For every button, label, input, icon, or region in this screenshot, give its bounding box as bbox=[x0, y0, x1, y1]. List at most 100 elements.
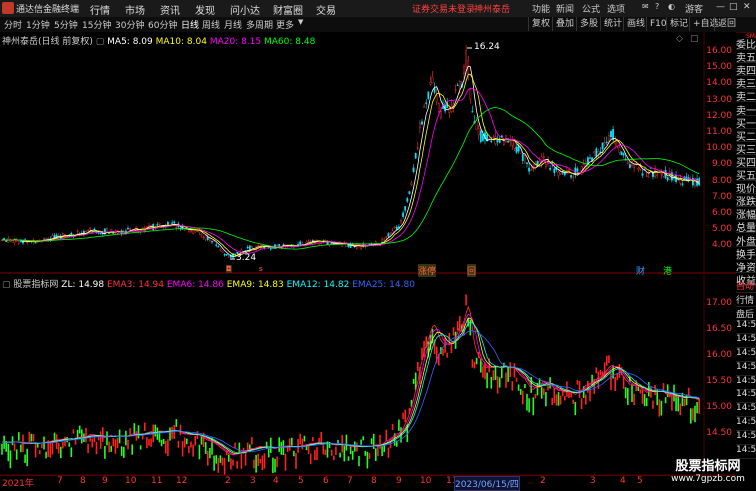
period-tab-daily[interactable]: 日线 bbox=[181, 18, 199, 31]
sub-ytick: 15.00 bbox=[706, 402, 732, 412]
axis-month-label: 2 bbox=[225, 476, 231, 486]
tick-row[interactable]: 14:5 bbox=[736, 431, 756, 445]
overlay-button[interactable]: 叠加 bbox=[552, 17, 577, 31]
expand-icon[interactable]: ▢ bbox=[690, 34, 699, 44]
menu-market[interactable]: 市场 bbox=[125, 2, 145, 17]
multi-stock-button[interactable]: 多股 bbox=[576, 17, 601, 31]
period-tab-monthly[interactable]: 月线 bbox=[224, 18, 242, 31]
period-tab-60min[interactable]: 60分钟 bbox=[148, 18, 177, 31]
axis-month-label: 3 bbox=[250, 476, 256, 486]
menu-trade[interactable]: 交易 bbox=[316, 2, 336, 17]
tick-row[interactable]: 行情 bbox=[736, 293, 756, 307]
watermark-url: www.7gpzb.com bbox=[671, 474, 745, 484]
main-ytick: 6.00 bbox=[711, 208, 732, 218]
tick-row[interactable]: 自动 bbox=[736, 279, 756, 293]
menu-quotes[interactable]: 行情 bbox=[90, 2, 110, 17]
main-ytick: 13.00 bbox=[706, 94, 732, 105]
quote-row[interactable]: 买四 bbox=[736, 154, 756, 168]
quote-row[interactable]: 净资 bbox=[736, 259, 756, 273]
menu-news[interactable]: 资讯 bbox=[160, 2, 180, 17]
axis-month-label: 4 bbox=[620, 476, 626, 486]
tick-row[interactable]: 14:5 bbox=[736, 389, 756, 404]
period-tab-5min[interactable]: 5分钟 bbox=[54, 18, 78, 31]
quote-row[interactable]: 卖四 bbox=[736, 62, 756, 77]
menu-discover[interactable]: 发现 bbox=[195, 2, 215, 17]
ma5-label: MA5: 8.09 bbox=[107, 37, 153, 47]
tick-row[interactable]: 14:5 bbox=[736, 403, 756, 418]
hk-marker[interactable]: 港 bbox=[663, 264, 672, 277]
period-tab-weekly[interactable]: 周线 bbox=[202, 18, 220, 31]
collapse-icon[interactable]: ◇ bbox=[676, 34, 683, 44]
quote-row[interactable]: 买一 bbox=[736, 115, 756, 129]
quote-row[interactable]: 现价 bbox=[736, 180, 756, 195]
axis-month-label: 11 bbox=[151, 476, 163, 486]
quote-row[interactable]: 买五 bbox=[736, 167, 756, 181]
main-ytick: 12.00 bbox=[706, 110, 732, 121]
func-menu[interactable]: 功能 bbox=[532, 2, 550, 15]
period-tab-more[interactable]: 更多 bbox=[276, 18, 294, 31]
stats-button[interactable]: 统计 bbox=[600, 17, 625, 31]
event-marker-s[interactable]: s bbox=[259, 265, 263, 273]
quote-row[interactable]: 买二 bbox=[736, 128, 756, 142]
menu-wealth[interactable]: 财富圈 bbox=[273, 2, 303, 17]
indicator-settings-icon[interactable]: ▢ bbox=[2, 280, 11, 290]
mark-button[interactable]: 标记 bbox=[666, 17, 691, 31]
menu-ask[interactable]: 问小达 bbox=[230, 2, 260, 17]
quote-row[interactable]: 卖三 bbox=[736, 75, 756, 90]
login-status[interactable]: 证券交易未登录 bbox=[412, 2, 475, 15]
watermark-title: 股票指标网 bbox=[675, 459, 741, 474]
limit-up-marker[interactable]: 涨停 bbox=[418, 264, 437, 277]
quote-row[interactable]: 总量 bbox=[736, 219, 756, 234]
stock-name-header: 神州泰岳 bbox=[474, 5, 511, 15]
tick-row[interactable]: 14:5 bbox=[736, 348, 756, 362]
period-tab-1min[interactable]: 1分钟 bbox=[26, 18, 50, 31]
draw-line-button[interactable]: 画线 bbox=[623, 17, 648, 31]
period-tab-multi[interactable]: 多周期 bbox=[246, 18, 273, 31]
maximize-icon[interactable]: □ bbox=[729, 2, 738, 12]
question-icon[interactable]: ? bbox=[655, 2, 659, 11]
tick-row[interactable]: 14:5 bbox=[736, 376, 756, 390]
quote-row[interactable]: 涨幅 bbox=[736, 206, 756, 221]
panel-top-tag: SMR bbox=[746, 33, 756, 40]
quote-row[interactable]: 换手 bbox=[736, 246, 756, 260]
period-tab-timeshare[interactable]: 分时 bbox=[4, 18, 22, 31]
quote-row[interactable]: 外盘 bbox=[736, 233, 756, 247]
tick-row[interactable]: 14:5 bbox=[736, 417, 756, 431]
formula-menu[interactable]: 公式 bbox=[582, 2, 600, 15]
options-menu[interactable]: 选项 bbox=[607, 2, 625, 15]
more-dropdown-icon[interactable]: ▼ bbox=[298, 18, 303, 26]
axis-month-label: 5 bbox=[637, 476, 643, 486]
quote-row[interactable]: 卖一 bbox=[736, 102, 756, 116]
skin-icon[interactable]: ◐ bbox=[668, 2, 675, 11]
sub-ytick: 17.00 bbox=[706, 298, 732, 308]
sub-chart-title: 股票指标网 bbox=[13, 280, 59, 290]
back-button[interactable]: 返回 bbox=[714, 17, 739, 31]
close-icon[interactable]: ✕ bbox=[743, 2, 751, 12]
settings-icon[interactable]: ✉ bbox=[642, 2, 649, 11]
tick-row[interactable]: 盘后 bbox=[736, 307, 756, 321]
finance-marker[interactable]: 财 bbox=[636, 264, 645, 277]
event-marker-square[interactable]: ◘ bbox=[226, 265, 232, 273]
axis-month-label: 10 bbox=[125, 476, 137, 486]
ema25-label: EMA25: 14.80 bbox=[352, 280, 415, 290]
quote-row[interactable]: 卖二 bbox=[736, 88, 756, 103]
tick-row[interactable]: 14:5 bbox=[736, 334, 756, 349]
main-ytick: 8.00 bbox=[711, 175, 732, 186]
tick-row[interactable]: 14:5 bbox=[736, 320, 756, 335]
quote-row[interactable]: 涨跌 bbox=[736, 193, 756, 208]
restore-rights-button[interactable]: 复权 bbox=[528, 17, 553, 31]
news-menu[interactable]: 新闻 bbox=[556, 2, 574, 15]
period-tab-15min[interactable]: 15分钟 bbox=[82, 18, 111, 31]
low-price-label: 3.24 bbox=[236, 253, 257, 263]
return-marker[interactable]: 回 bbox=[467, 264, 477, 277]
minimize-icon[interactable]: — bbox=[716, 2, 725, 12]
main-ytick: 16.00 bbox=[706, 46, 732, 56]
period-tab-30min[interactable]: 30分钟 bbox=[115, 18, 144, 31]
quote-row[interactable]: 买三 bbox=[736, 141, 756, 155]
chart-canvas[interactable] bbox=[0, 32, 736, 475]
tick-row[interactable]: 14:5 bbox=[736, 362, 756, 376]
chart-settings-icon[interactable]: ▢ bbox=[96, 37, 105, 47]
ema6-label: EMA6: 14.86 bbox=[166, 280, 224, 290]
guest-label[interactable]: 游客 bbox=[685, 2, 703, 15]
quote-row[interactable]: 卖五 bbox=[736, 49, 756, 64]
